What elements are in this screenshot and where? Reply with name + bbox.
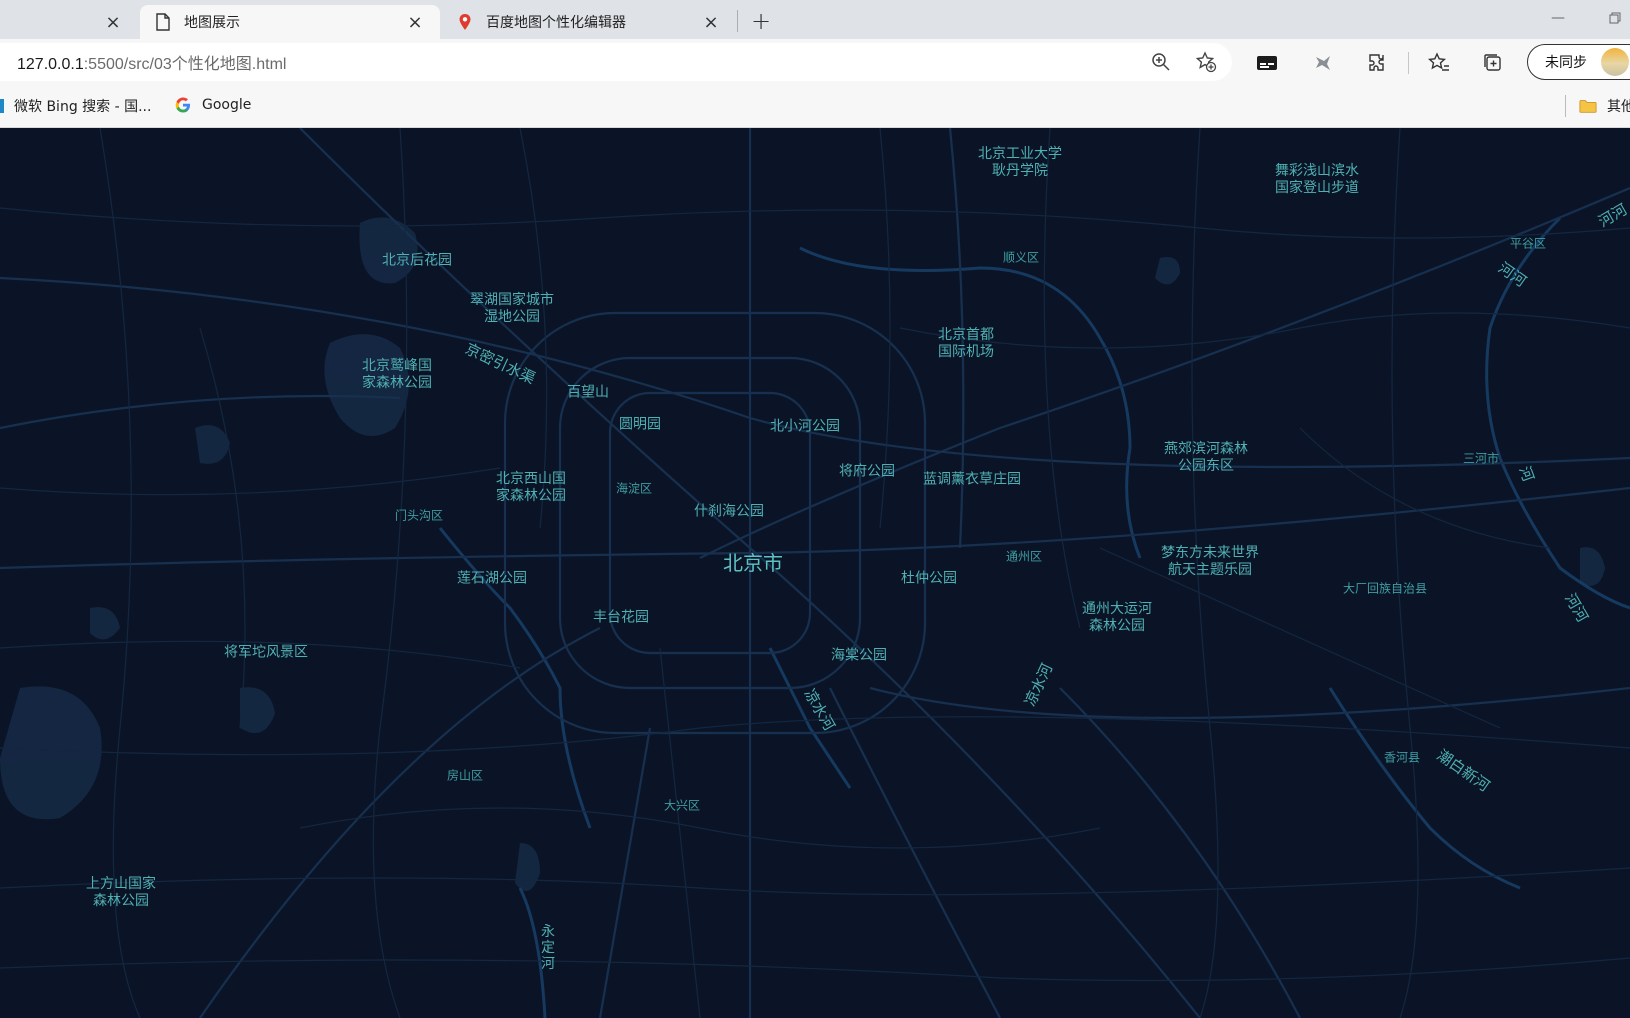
bookmark-label: 微软 Bing 搜索 - 国... <box>14 99 152 115</box>
map-label[interactable]: 将府公园 <box>839 464 895 481</box>
map-label[interactable]: 圆明园 <box>619 417 661 434</box>
new-tab-button[interactable]: + <box>748 7 774 35</box>
map-label[interactable]: 海棠公园 <box>831 648 887 665</box>
tab-label: 百度地图个性化编辑器 <box>486 15 626 31</box>
tab-strip: × 地图展示 × 百度地图个性化编辑器 × + — <box>0 0 1630 39</box>
map-label[interactable]: 北小河公园 <box>770 419 840 436</box>
map-label[interactable]: 香河县 <box>1384 750 1420 767</box>
restore-icon[interactable] <box>1605 8 1625 28</box>
close-icon[interactable]: × <box>102 11 124 33</box>
url-path: :5500/src/03个性化地图.html <box>83 56 287 73</box>
browser-toolbar: 127.0.0.1:5500/src/03个性化地图.html 未同步 <box>0 39 1630 86</box>
map-label[interactable]: 房山区 <box>447 768 483 785</box>
bookmarks-bar: 微软 Bing 搜索 - 国... Google 其他 <box>0 86 1630 128</box>
tab-baidu-editor[interactable]: 百度地图个性化编辑器 × <box>442 5 736 39</box>
map-label[interactable]: 什刹海公园 <box>694 504 764 521</box>
map-label[interactable]: 大厂回族自治县 <box>1343 581 1427 598</box>
url-host: 127.0.0.1 <box>17 56 84 73</box>
bookmark-google[interactable]: Google <box>174 96 251 114</box>
map-label[interactable]: 海淀区 <box>616 481 652 498</box>
map-label[interactable]: 莲石湖公园 <box>457 571 527 588</box>
bookmark-label: Google <box>202 97 252 113</box>
map-label[interactable]: 北京西山国 家森林公园 <box>496 471 566 505</box>
map-label[interactable]: 三河市 <box>1463 451 1499 468</box>
map-label[interactable]: 顺义区 <box>1003 250 1039 267</box>
extension-bird-icon[interactable] <box>1309 49 1337 77</box>
map-label[interactable]: 北京首都 国际机场 <box>938 327 994 361</box>
map-label[interactable]: 翠湖国家城市 湿地公园 <box>470 292 554 326</box>
map-label[interactable]: 丰台花园 <box>593 610 649 627</box>
map-label[interactable]: 通州大运河 森林公园 <box>1082 601 1152 635</box>
tab-label: 地图展示 <box>184 15 240 31</box>
bookmark-bing[interactable]: 微软 Bing 搜索 - 国... <box>0 96 151 116</box>
url-text[interactable]: 127.0.0.1:5500/src/03个性化地图.html <box>17 50 286 74</box>
tab-previous[interactable]: × <box>0 5 138 39</box>
sync-label: 未同步 <box>1545 55 1587 71</box>
page-icon <box>154 13 172 31</box>
map-roads-layer <box>0 128 1630 1018</box>
close-icon[interactable]: × <box>700 11 722 33</box>
map-pin-icon <box>456 13 474 31</box>
map-canvas[interactable]: 北京工业大学 耿丹学院 舞彩浅山滨水 国家登山步道 河河 平谷区 河河 顺义区 … <box>0 128 1630 1018</box>
bing-icon <box>0 99 4 113</box>
add-favorite-icon[interactable] <box>1192 48 1220 76</box>
map-label[interactable]: 蓝调薰衣草庄园 <box>923 472 1021 489</box>
map-label[interactable]: 永 定 河 <box>541 924 555 972</box>
avatar <box>1601 48 1629 76</box>
map-label[interactable]: 舞彩浅山滨水 国家登山步道 <box>1275 163 1359 197</box>
map-label[interactable]: 杜仲公园 <box>901 571 957 588</box>
map-label[interactable]: 梦东方未来世界 航天主题乐园 <box>1161 545 1259 579</box>
folder-icon <box>1579 97 1597 115</box>
toolbar-divider <box>1408 52 1409 74</box>
map-label[interactable]: 北京后花园 <box>382 253 452 270</box>
favorites-icon[interactable] <box>1425 49 1453 77</box>
map-label[interactable]: 百望山 <box>567 385 609 402</box>
zoom-icon[interactable] <box>1147 48 1175 76</box>
bookmarks-divider <box>1565 95 1566 117</box>
bookmark-label: 其他 <box>1607 99 1630 115</box>
map-label[interactable]: 大兴区 <box>664 798 700 815</box>
google-icon <box>174 96 192 114</box>
tab-map-display[interactable]: 地图展示 × <box>140 5 440 39</box>
map-label[interactable]: 平谷区 <box>1510 236 1546 253</box>
profile-sync-button[interactable]: 未同步 <box>1527 44 1630 80</box>
minimize-icon[interactable]: — <box>1548 8 1568 28</box>
map-city-label[interactable]: 北京市 <box>723 551 783 575</box>
address-bar[interactable]: 127.0.0.1:5500/src/03个性化地图.html <box>0 43 1232 81</box>
subtitles-icon[interactable] <box>1253 49 1281 77</box>
extensions-puzzle-icon[interactable] <box>1364 49 1392 77</box>
map-label[interactable]: 门头沟区 <box>395 508 443 525</box>
map-label[interactable]: 北京工业大学 耿丹学院 <box>978 146 1062 180</box>
map-label[interactable]: 燕郊滨河森林 公园东区 <box>1164 441 1248 475</box>
map-label[interactable]: 上方山国家 森林公园 <box>86 876 156 910</box>
map-label[interactable]: 将军坨风景区 <box>224 645 308 662</box>
map-label[interactable]: 北京鹫峰国 家森林公园 <box>362 358 432 392</box>
close-icon[interactable]: × <box>404 11 426 33</box>
map-label[interactable]: 通州区 <box>1006 549 1042 566</box>
collections-icon[interactable] <box>1479 49 1507 77</box>
tab-divider <box>737 10 738 32</box>
bookmark-other-folder[interactable]: 其他 <box>1579 96 1630 116</box>
